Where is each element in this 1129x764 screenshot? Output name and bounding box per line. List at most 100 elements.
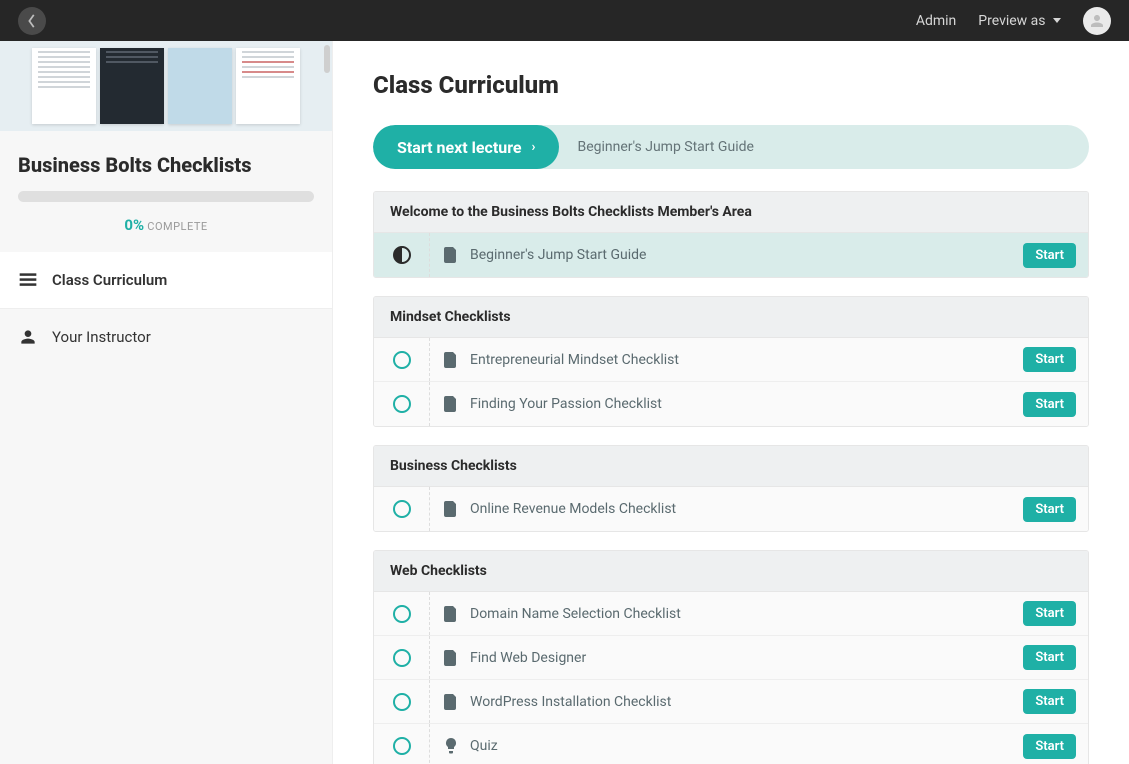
preview-as-dropdown[interactable]: Preview as bbox=[978, 13, 1061, 29]
lecture-status bbox=[374, 338, 430, 381]
lecture-status bbox=[374, 724, 430, 764]
lecture-title: Find Web Designer bbox=[470, 650, 586, 666]
empty-status-icon bbox=[393, 605, 411, 623]
curriculum-section: Business ChecklistsOnline Revenue Models… bbox=[373, 445, 1089, 532]
course-image bbox=[0, 41, 332, 131]
lecture-row[interactable]: Online Revenue Models Checklist Start bbox=[374, 487, 1088, 531]
lecture-title: Finding Your Passion Checklist bbox=[470, 396, 662, 412]
lecture-title: Beginner's Jump Start Guide bbox=[470, 247, 646, 263]
document-icon bbox=[444, 650, 458, 666]
start-lecture-button[interactable]: Start bbox=[1023, 689, 1076, 714]
half-progress-icon bbox=[393, 246, 411, 264]
lecture-body: Online Revenue Models Checklist bbox=[430, 501, 1023, 517]
curriculum-section: Mindset ChecklistsEntrepreneurial Mindse… bbox=[373, 296, 1089, 427]
lecture-body: Beginner's Jump Start Guide bbox=[430, 247, 1023, 263]
page-title: Class Curriculum bbox=[373, 71, 1089, 99]
section-header: Welcome to the Business Bolts Checklists… bbox=[374, 192, 1088, 233]
chevron-right-icon: › bbox=[532, 140, 536, 155]
lecture-action: Start bbox=[1023, 347, 1088, 372]
start-lecture-button[interactable]: Start bbox=[1023, 392, 1076, 417]
empty-status-icon bbox=[393, 395, 411, 413]
lecture-action: Start bbox=[1023, 243, 1088, 268]
doc-preview-thumb bbox=[236, 48, 300, 124]
next-lecture-title[interactable]: Beginner's Jump Start Guide bbox=[559, 139, 753, 155]
sidebar: Business Bolts Checklists 0% COMPLETE Cl… bbox=[0, 41, 333, 764]
start-lecture-button[interactable]: Start bbox=[1023, 347, 1076, 372]
lecture-body: Entrepreneurial Mindset Checklist bbox=[430, 352, 1023, 368]
lecture-body: Finding Your Passion Checklist bbox=[430, 396, 1023, 412]
lecture-action: Start bbox=[1023, 497, 1088, 522]
lecture-action: Start bbox=[1023, 601, 1088, 626]
sidebar-item-label: Your Instructor bbox=[52, 328, 151, 346]
document-icon bbox=[444, 352, 458, 368]
section-header: Mindset Checklists bbox=[374, 297, 1088, 338]
lecture-title: WordPress Installation Checklist bbox=[470, 694, 671, 710]
lecture-status bbox=[374, 592, 430, 635]
scrollbar-thumb[interactable] bbox=[324, 45, 330, 73]
lecture-row[interactable]: Finding Your Passion Checklist Start bbox=[374, 382, 1088, 426]
document-icon bbox=[444, 247, 458, 263]
doc-preview-thumb bbox=[168, 48, 232, 124]
course-title: Business Bolts Checklists bbox=[18, 153, 314, 177]
start-lecture-button[interactable]: Start bbox=[1023, 645, 1076, 670]
progress-bar bbox=[18, 191, 314, 202]
lightbulb-icon bbox=[444, 738, 458, 754]
lecture-row[interactable]: Quiz Start bbox=[374, 724, 1088, 764]
curriculum-section: Welcome to the Business Bolts Checklists… bbox=[373, 191, 1089, 278]
empty-status-icon bbox=[393, 351, 411, 369]
document-icon bbox=[444, 396, 458, 412]
user-icon bbox=[1088, 12, 1106, 30]
chevron-left-icon bbox=[27, 14, 37, 28]
doc-preview-thumb bbox=[100, 48, 164, 124]
curriculum-section: Web ChecklistsDomain Name Selection Chec… bbox=[373, 550, 1089, 764]
lecture-row[interactable]: Find Web Designer Start bbox=[374, 636, 1088, 680]
back-button[interactable] bbox=[18, 7, 46, 35]
lecture-status bbox=[374, 382, 430, 426]
topbar: Admin Preview as bbox=[0, 0, 1129, 41]
start-lecture-button[interactable]: Start bbox=[1023, 734, 1076, 759]
admin-link[interactable]: Admin bbox=[916, 13, 956, 29]
lecture-action: Start bbox=[1023, 689, 1088, 714]
main-content: Class Curriculum Start next lecture › Be… bbox=[333, 41, 1129, 764]
lecture-status bbox=[374, 487, 430, 531]
lecture-status bbox=[374, 233, 430, 277]
sidebar-item-label: Class Curriculum bbox=[52, 271, 167, 289]
empty-status-icon bbox=[393, 693, 411, 711]
empty-status-icon bbox=[393, 500, 411, 518]
start-lecture-button[interactable]: Start bbox=[1023, 497, 1076, 522]
user-avatar[interactable] bbox=[1083, 7, 1111, 35]
lecture-row[interactable]: Beginner's Jump Start Guide Start bbox=[374, 233, 1088, 277]
lecture-row[interactable]: Domain Name Selection Checklist Start bbox=[374, 592, 1088, 636]
start-button-label: Start next lecture bbox=[397, 138, 522, 157]
progress-text: 0% COMPLETE bbox=[18, 216, 314, 234]
lecture-action: Start bbox=[1023, 734, 1088, 759]
progress-label: COMPLETE bbox=[147, 220, 207, 233]
lecture-body: Find Web Designer bbox=[430, 650, 1023, 666]
empty-status-icon bbox=[393, 649, 411, 667]
lecture-status bbox=[374, 636, 430, 679]
sidebar-item-curriculum[interactable]: Class Curriculum bbox=[0, 252, 332, 309]
sidebar-item-instructor[interactable]: Your Instructor bbox=[0, 309, 332, 365]
lecture-title: Quiz bbox=[470, 738, 498, 754]
lecture-row[interactable]: Entrepreneurial Mindset Checklist Start bbox=[374, 338, 1088, 382]
list-icon bbox=[18, 270, 38, 290]
start-lecture-button[interactable]: Start bbox=[1023, 243, 1076, 268]
lecture-row[interactable]: WordPress Installation Checklist Start bbox=[374, 680, 1088, 724]
progress-percent: 0% bbox=[124, 216, 144, 234]
document-icon bbox=[444, 606, 458, 622]
lecture-title: Domain Name Selection Checklist bbox=[470, 606, 681, 622]
lecture-action: Start bbox=[1023, 645, 1088, 670]
document-icon bbox=[444, 501, 458, 517]
document-icon bbox=[444, 694, 458, 710]
start-lecture-button[interactable]: Start bbox=[1023, 601, 1076, 626]
lecture-title: Online Revenue Models Checklist bbox=[470, 501, 676, 517]
lecture-title: Entrepreneurial Mindset Checklist bbox=[470, 352, 679, 368]
curriculum-sections: Welcome to the Business Bolts Checklists… bbox=[373, 191, 1089, 764]
lecture-body: Domain Name Selection Checklist bbox=[430, 606, 1023, 622]
start-next-lecture-button[interactable]: Start next lecture › bbox=[373, 125, 559, 169]
doc-preview-thumb bbox=[32, 48, 96, 124]
person-icon bbox=[18, 327, 38, 347]
lecture-body: Quiz bbox=[430, 738, 1023, 754]
course-header: Business Bolts Checklists 0% COMPLETE bbox=[0, 131, 332, 252]
caret-down-icon bbox=[1053, 18, 1061, 23]
